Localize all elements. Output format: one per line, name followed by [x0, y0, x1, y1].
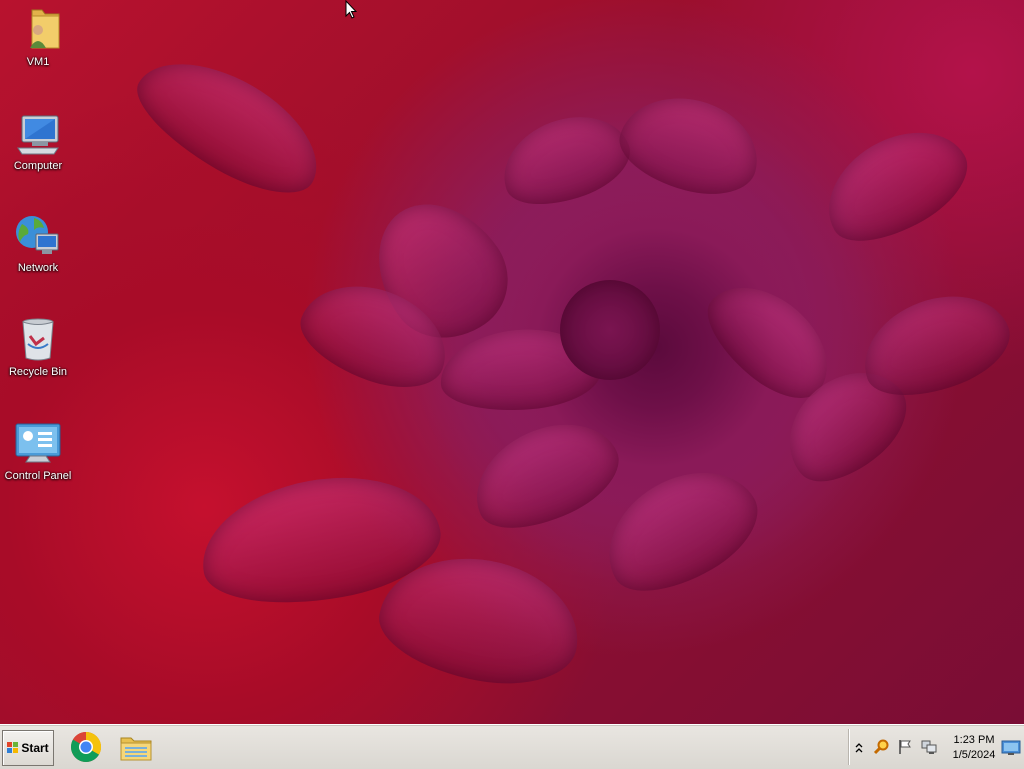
desktop-icon-label: Network — [17, 262, 59, 274]
show-desktop-icon — [1001, 740, 1021, 755]
windows-logo-icon — [7, 742, 19, 754]
control-panel-icon — [14, 420, 62, 468]
desktop-wallpaper — [0, 0, 1024, 724]
computer-icon — [14, 110, 62, 158]
taskbar: Start 1:23 PM 1/5/2024 — [0, 724, 1024, 769]
system-tray: 1:23 PM 1/5/2024 — [848, 729, 1024, 765]
taskbar-pin-file-explorer[interactable] — [119, 731, 153, 763]
wallpaper-petal — [458, 402, 632, 548]
wallpaper-petal — [120, 36, 340, 214]
desktop-icon-label: Recycle Bin — [8, 366, 68, 378]
desktop-icon-vm1[interactable]: VM1 — [0, 6, 76, 68]
desktop-icon-label: Computer — [13, 160, 63, 172]
mouse-cursor-icon — [345, 0, 358, 20]
wallpaper-petal — [560, 280, 660, 380]
wallpaper-petal — [610, 83, 770, 207]
user-folder-icon — [14, 6, 62, 54]
desktop-icon-control-panel[interactable]: Control Panel — [0, 420, 76, 482]
clock-date[interactable]: 1/5/2024 — [945, 749, 1003, 761]
desktop-icon-network[interactable]: Network — [0, 212, 76, 274]
show-hidden-icons-chevron-icon[interactable] — [855, 741, 863, 753]
taskbar-pin-chrome[interactable] — [69, 731, 103, 763]
wallpaper-petal — [490, 100, 640, 220]
start-button[interactable]: Start — [2, 730, 54, 766]
network-icon — [14, 212, 62, 260]
desktop-icon-recycle-bin[interactable]: Recycle Bin — [0, 316, 76, 378]
search-magnifier-icon[interactable] — [873, 739, 889, 755]
recycle-bin-icon — [14, 316, 62, 364]
wallpaper-petal — [807, 108, 983, 262]
chrome-icon — [70, 732, 102, 763]
action-center-flag-icon[interactable] — [897, 739, 913, 755]
desktop-icon-label: Control Panel — [4, 470, 72, 482]
show-desktop-button[interactable] — [1000, 733, 1022, 761]
desktop-icon-computer[interactable]: Computer — [0, 110, 76, 172]
desktop-icon-label: VM1 — [26, 56, 50, 68]
file-explorer-icon — [120, 737, 152, 761]
clock-time[interactable]: 1:23 PM — [945, 734, 1003, 746]
start-label: Start — [21, 741, 49, 755]
network-status-icon[interactable] — [921, 739, 937, 755]
